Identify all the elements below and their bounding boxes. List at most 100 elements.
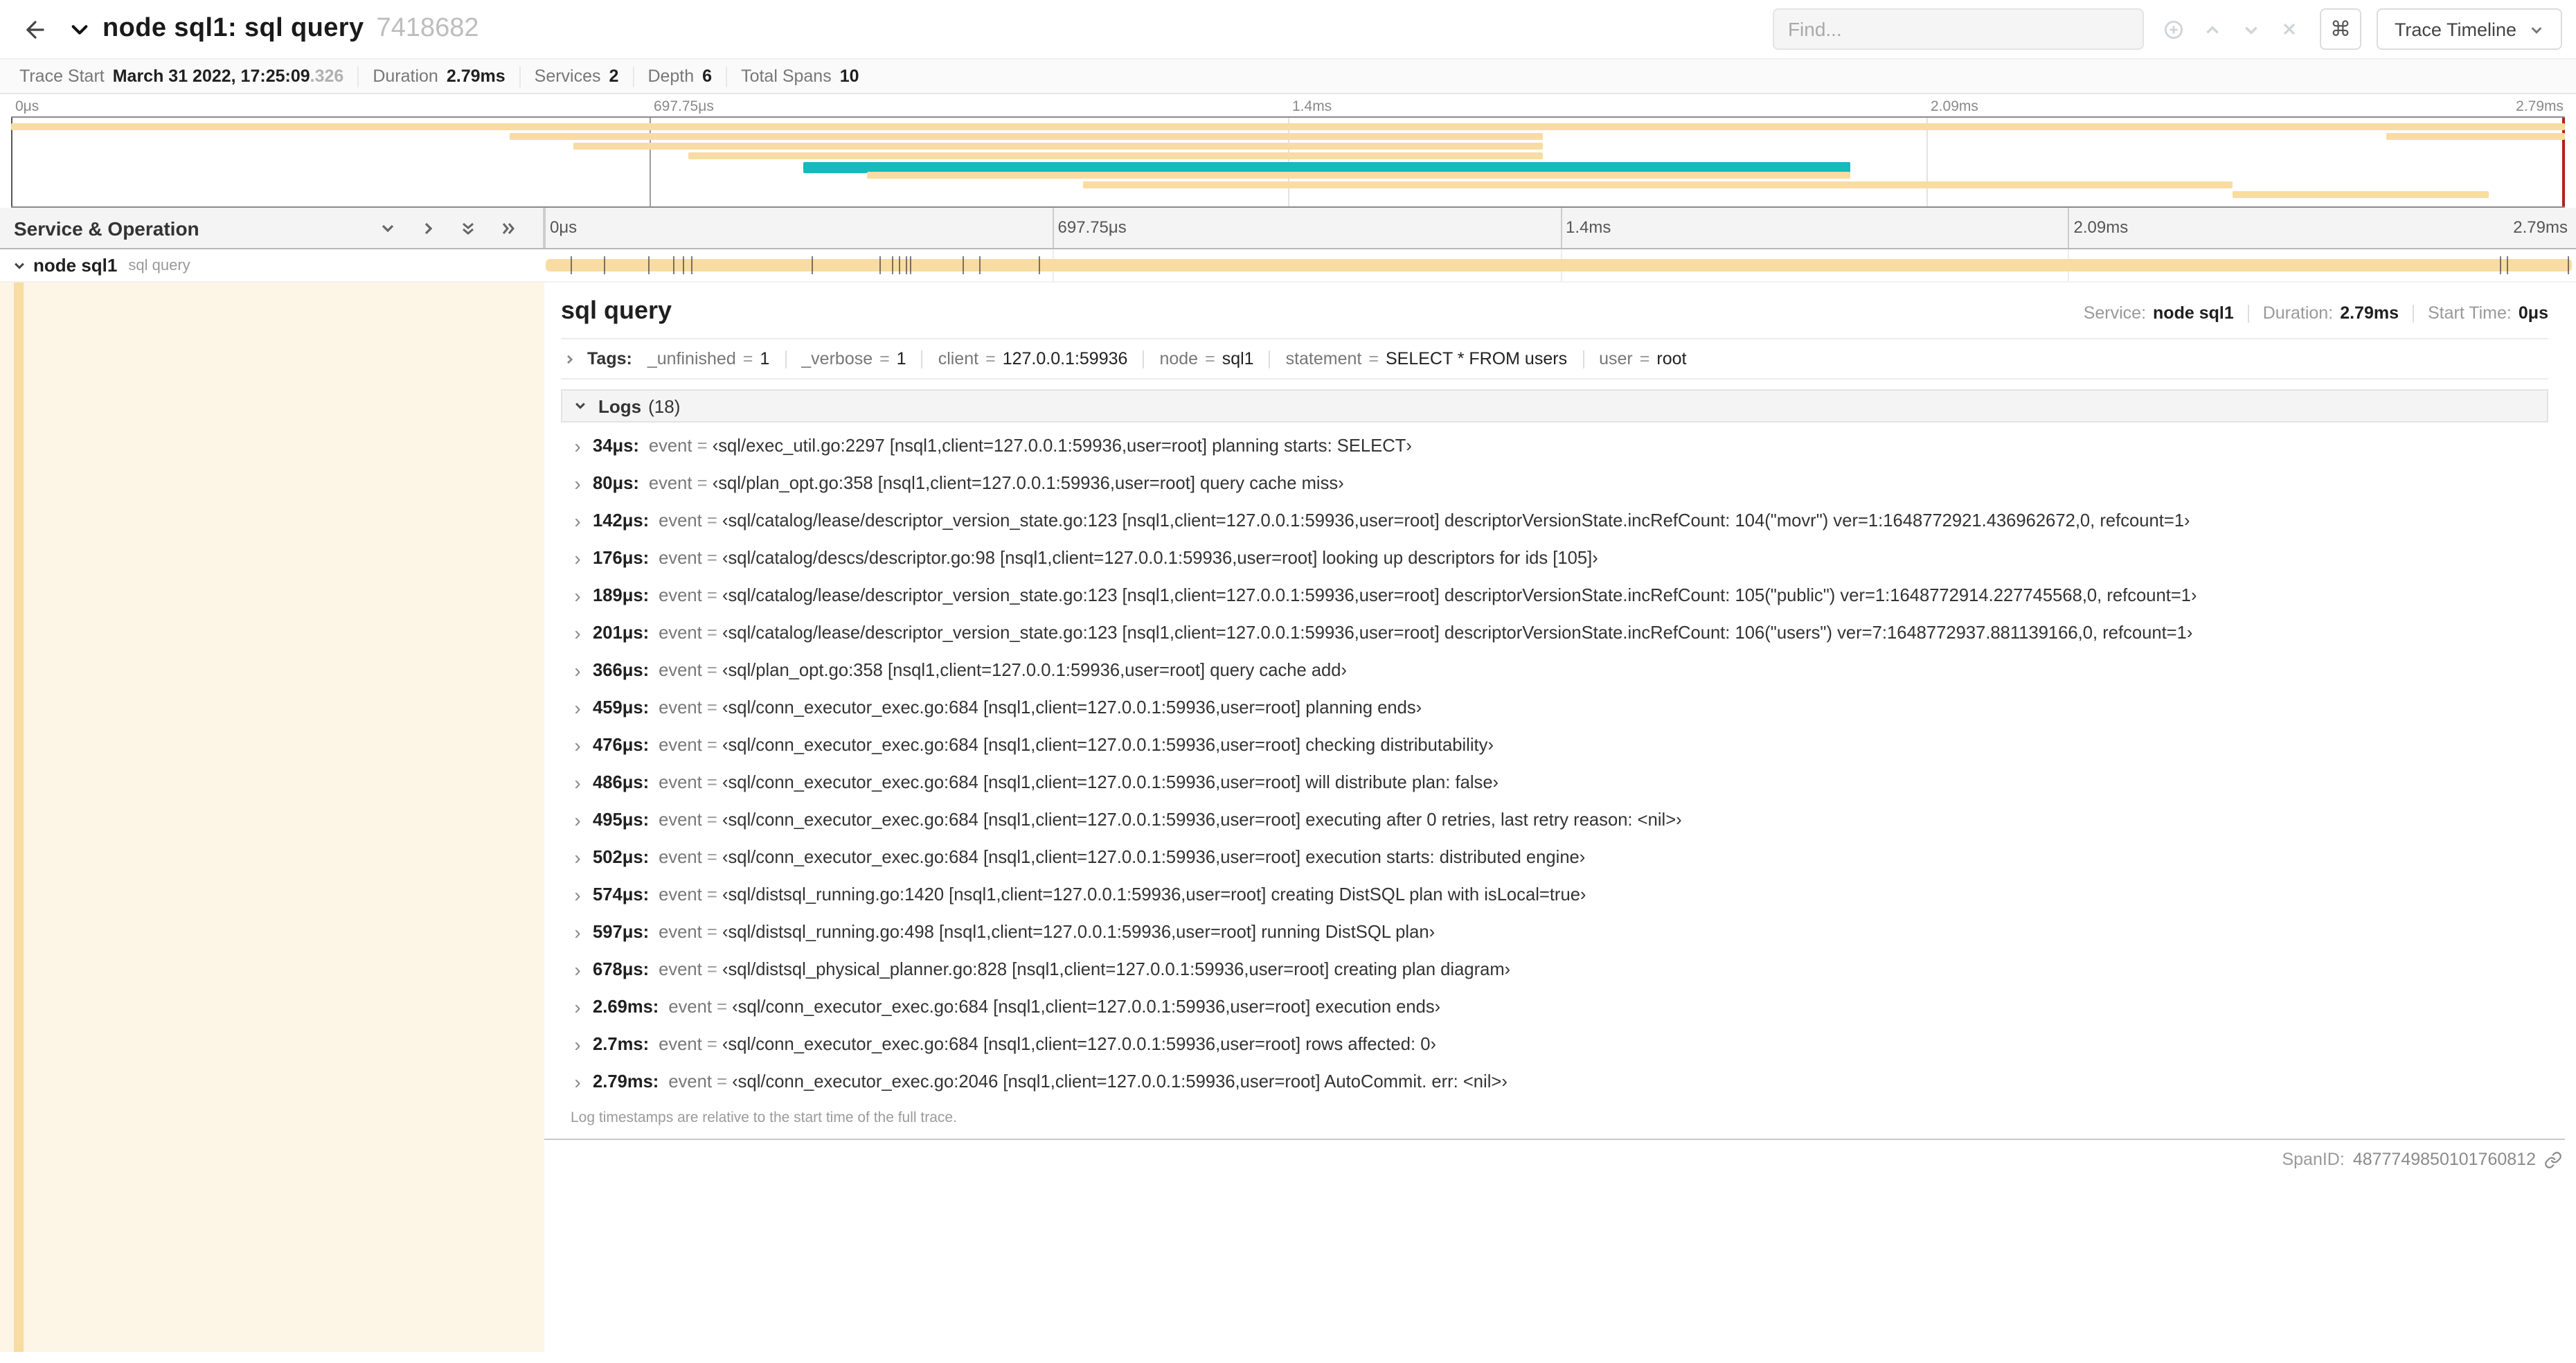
chevron-right-icon: › [574, 883, 581, 905]
log-row[interactable]: › 502μs: event = ‹sql/conn_executor_exec.g… [561, 838, 2548, 875]
tags-accordion[interactable]: Tags: _unfinished = 1 _verbose = 1 client = 127.… [561, 339, 2548, 380]
log-equals: = [692, 435, 713, 456]
log-row[interactable]: › 2.7ms: event = ‹sql/conn_executor_exec.g… [561, 1025, 2548, 1062]
tag-separator [1143, 350, 1145, 368]
chevron-down-icon [15, 262, 24, 269]
log-marker [879, 256, 881, 274]
log-row[interactable]: › 176μs: event = ‹sql/catalog/descs/descri… [561, 539, 2548, 576]
log-field-key: event [659, 622, 702, 643]
find-input[interactable] [1772, 8, 2144, 50]
tag-key: _verbose [801, 349, 873, 368]
log-timestamp: 80μs: [593, 472, 639, 493]
chevron-right-icon: › [574, 958, 581, 980]
back-button[interactable] [11, 6, 58, 53]
minimap-scrubber-left[interactable] [11, 118, 12, 206]
collapse-all-button[interactable] [458, 218, 478, 238]
log-field-key: event [659, 1033, 702, 1054]
find-prev-button[interactable] [2195, 11, 2230, 47]
log-row[interactable]: › 476μs: event = ‹sql/conn_executor_exec.g… [561, 726, 2548, 763]
log-field-key: event [659, 846, 702, 867]
trace-collapse-toggle[interactable] [69, 19, 90, 39]
tag-key: user [1599, 349, 1633, 368]
log-row[interactable]: › 80μs: event = ‹sql/plan_opt.go:358 [nsql… [561, 464, 2548, 501]
logs-accordion-header[interactable]: Logs (18) [561, 389, 2548, 422]
tag-value: sql1 [1222, 349, 1254, 368]
log-field-value: ‹sql/catalog/lease/descriptor_version_st… [722, 622, 2193, 643]
info-value: 2 [609, 66, 619, 86]
collapse-controls [378, 218, 529, 238]
log-equals: = [701, 959, 722, 979]
log-row[interactable]: › 2.69ms: event = ‹sql/conn_executor_exec.… [561, 988, 2548, 1025]
log-row[interactable]: › 366μs: event = ‹sql/plan_opt.go:358 [nsq… [561, 651, 2548, 688]
log-text: event = ‹sql/distsql_running.go:1420 [ns… [659, 884, 1586, 905]
log-row[interactable]: › 142μs: event = ‹sql/catalog/lease/descri… [561, 501, 2548, 539]
log-text: event = ‹sql/plan_opt.go:358 [nsql1,clie… [649, 472, 1344, 493]
minimap-span-bar [2386, 133, 2565, 140]
timeline-ruler: 0μs 697.75μs 1.4ms 2.09ms 2.79ms [544, 208, 2576, 248]
tick-label: 2.79ms [2513, 217, 2568, 237]
log-row[interactable]: › 459μs: event = ‹sql/conn_executor_exec.g… [561, 688, 2548, 726]
chevron-down-icon [2245, 26, 2257, 34]
tag-equals: = [1639, 349, 1650, 368]
tag-value: 1 [896, 349, 906, 368]
double-chevron-down-icon [463, 222, 474, 234]
log-field-key: event [659, 772, 702, 792]
find-next-button[interactable] [2234, 11, 2269, 47]
log-row[interactable]: › 597μs: event = ‹sql/distsql_running.go:4… [561, 913, 2548, 950]
tick-label: 0μs [15, 98, 39, 115]
minimap-canvas[interactable] [11, 116, 2565, 208]
info-label: Total Spans [741, 66, 832, 86]
log-row[interactable]: › 678μs: event = ‹sql/distsql_physical_pla… [561, 950, 2548, 988]
log-timestamp: 476μs: [593, 734, 650, 755]
timeline-grid-header: Service & Operation 0μs 697.75μs 1.4ms 2.09… [0, 208, 2576, 249]
trace-info-item: Services 2 [521, 66, 634, 87]
arrow-left-icon [26, 20, 44, 38]
tag-separator [785, 350, 787, 368]
tag-key: statement [1285, 349, 1362, 368]
log-marker [962, 256, 964, 274]
chevron-right-icon: › [574, 472, 581, 494]
log-marker [898, 256, 900, 274]
chevron-right-icon: › [574, 846, 581, 868]
find-zoom-button[interactable] [2156, 11, 2191, 47]
log-row[interactable]: › 34μs: event = ‹sql/exec_util.go:2297 [ns… [561, 427, 2548, 464]
log-row[interactable]: › 2.79ms: event = ‹sql/conn_executor_exec.… [561, 1062, 2548, 1100]
span-bar[interactable] [546, 256, 2572, 274]
keyboard-shortcuts-button[interactable]: ⌘ [2319, 8, 2361, 50]
span-meta-item: Start Time: 0μs [2428, 303, 2548, 323]
ruler-tick: 2.79ms [2516, 98, 2565, 115]
span-row-name-column[interactable]: node sql1 sql query [0, 249, 544, 281]
trace-view-selector[interactable]: Trace Timeline [2376, 8, 2562, 50]
log-row[interactable]: › 495μs: event = ‹sql/conn_executor_exec.g… [561, 801, 2548, 838]
meta-label: Service: [2083, 303, 2147, 323]
span-collapse-toggle[interactable] [12, 258, 26, 272]
log-equals: = [701, 734, 722, 755]
tick-label: 697.75μs [1057, 217, 1127, 237]
tag-item: _unfinished = 1 [647, 349, 769, 368]
log-timestamp: 34μs: [593, 435, 639, 456]
log-timestamp: 142μs: [593, 510, 650, 531]
log-row[interactable]: › 486μs: event = ‹sql/conn_executor_exec.g… [561, 763, 2548, 801]
log-row[interactable]: › 189μs: event = ‹sql/catalog/lease/descri… [561, 576, 2548, 614]
log-field-value: ‹sql/conn_executor_exec.go:684 [nsql1,cl… [722, 1033, 1436, 1054]
log-timestamp: 176μs: [593, 547, 650, 568]
log-timestamp: 486μs: [593, 772, 650, 792]
collapse-one-button[interactable] [378, 218, 397, 238]
expand-one-button[interactable] [418, 218, 438, 238]
tags-label: Tags: [587, 349, 632, 368]
deep-link-button[interactable] [2544, 1150, 2562, 1168]
ruler-tick: 697.75μs [650, 98, 714, 115]
ruler-tick: 1.4ms [1288, 98, 1332, 115]
trace-minimap: 0μs 697.75μs 1.4ms 2.09ms 2.79ms [0, 94, 2576, 208]
log-marker [979, 256, 981, 274]
log-row[interactable]: › 201μs: event = ‹sql/catalog/lease/descri… [561, 614, 2548, 651]
find-clear-button[interactable] [2273, 11, 2307, 47]
log-field-key: event [668, 996, 712, 1017]
expand-all-button[interactable] [499, 218, 518, 238]
trace-timeline-page: node sql1: sql query 7418682 ⌘ Trace Tim… [0, 0, 2576, 1363]
tick-label: 2.09ms [1931, 98, 1978, 115]
log-row[interactable]: › 574μs: event = ‹sql/distsql_running.go:1… [561, 875, 2548, 913]
log-rows: › 34μs: event = ‹sql/exec_util.go:2297 [ns… [561, 422, 2548, 1100]
chevron-down-icon [382, 224, 394, 232]
meta-value: node sql1 [2153, 303, 2234, 323]
